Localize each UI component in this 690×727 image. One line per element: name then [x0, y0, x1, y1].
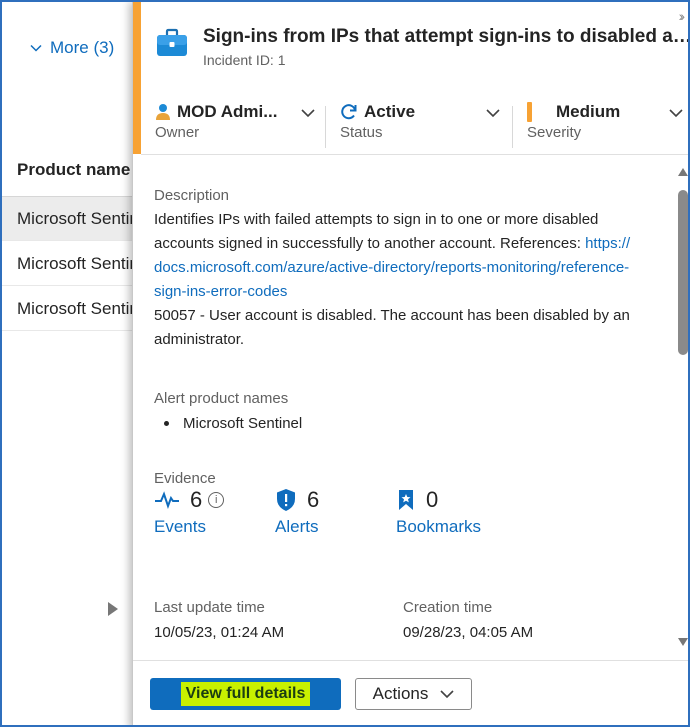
actions-label: Actions [372, 684, 429, 703]
description-body: Identifies IPs with failed attempts to s… [154, 208, 634, 352]
evidence-events[interactable]: 6 i Events [154, 487, 225, 537]
events-label: Events [154, 517, 206, 536]
actions-button[interactable]: Actions [355, 678, 472, 710]
bookmarks-count: 0 [426, 487, 439, 512]
alert-product-name: Microsoft Sentinel [183, 415, 303, 432]
person-icon [156, 104, 170, 120]
refresh-icon [341, 104, 357, 120]
scroll-up-arrow-icon[interactable] [678, 168, 688, 176]
view-full-details-button[interactable]: View full details [150, 678, 341, 710]
status-label: Status [340, 124, 383, 141]
status-value: Active [364, 102, 416, 121]
bullet-dot [164, 421, 169, 426]
severity-label: Severity [527, 124, 582, 141]
evidence-alerts[interactable]: 6 Alerts [275, 487, 319, 537]
incident-fields: MOD Admi... Owner Active Status Medium S… [155, 102, 683, 150]
info-icon[interactable]: i [208, 492, 225, 508]
view-full-details-label: View full details [180, 682, 311, 706]
more-link-label: More (3) [50, 38, 115, 57]
list-item: Microsoft Sentinel [154, 415, 634, 432]
references-label: References: [500, 235, 586, 252]
creation-time: Creation time 09/28/23, 04:05 AM [403, 599, 533, 641]
table-row[interactable]: Microsoft Sentinel [2, 197, 152, 241]
table-row[interactable]: Microsoft Sentinel [2, 287, 152, 331]
severity-dropdown[interactable]: Medium Severity [513, 102, 683, 150]
alert-product-names-label: Alert product names [154, 390, 289, 407]
scrollbar-thumb[interactable] [678, 190, 688, 355]
creation-label: Creation time [403, 599, 493, 616]
owner-value: MOD Admi... [177, 102, 278, 121]
bookmark-icon [399, 490, 413, 510]
severity-indicator [527, 102, 532, 122]
incident-title: Sign-ins from IPs that attempt sign-ins … [203, 26, 688, 47]
chevron-down-icon [440, 690, 454, 699]
shield-icon [277, 489, 295, 511]
evidence-label: Evidence [154, 470, 216, 487]
panel-header: Sign-ins from IPs that attempt sign-ins … [155, 26, 688, 68]
background-list: More (3) Product name Microsoft Sentinel… [2, 2, 152, 725]
content-inner: Description Identifies IPs with failed a… [154, 155, 634, 641]
footer-separator [133, 660, 688, 661]
description-label: Description [154, 187, 230, 204]
owner-label: Owner [155, 124, 200, 141]
chevron-down-icon [669, 109, 683, 118]
expand-arrow-icon[interactable] [108, 602, 118, 616]
evidence-row: 6 i Events 6 Alerts 0 Bookmarks [154, 487, 574, 547]
pulse-icon [155, 491, 179, 509]
status-dropdown[interactable]: Active Status [326, 102, 512, 150]
events-count: 6 [190, 487, 203, 512]
chevron-down-icon [486, 109, 500, 118]
error-text: 50057 - User account is disabled. The ac… [154, 307, 630, 348]
severity-value: Medium [556, 102, 621, 121]
scrollbar[interactable] [676, 162, 688, 652]
evidence-bookmarks[interactable]: 0 Bookmarks [396, 487, 481, 537]
alerts-count: 6 [307, 487, 320, 512]
alerts-label: Alerts [275, 517, 319, 536]
briefcase-icon [157, 28, 187, 56]
double-chevron-right-icon[interactable]: ›› [679, 8, 686, 24]
incident-id: Incident ID: 1 [203, 52, 286, 68]
scroll-down-arrow-icon[interactable] [678, 638, 688, 646]
owner-dropdown[interactable]: MOD Admi... Owner [155, 102, 325, 150]
more-link[interactable]: More (3) [30, 38, 114, 58]
last-update-label: Last update time [154, 599, 265, 616]
chevron-down-icon [30, 44, 42, 52]
last-update-value: 10/05/23, 01:24 AM [154, 624, 285, 641]
bookmarks-label: Bookmarks [396, 517, 482, 536]
table-row[interactable]: Microsoft Sentinel [2, 242, 152, 286]
last-update-time: Last update time 10/05/23, 01:24 AM [154, 599, 284, 641]
incident-details-panel: ›› Sign-ins from IPs that attempt sign-i… [132, 2, 688, 725]
panel-content: Description Identifies IPs with failed a… [133, 155, 675, 660]
chevron-down-icon [301, 109, 315, 118]
creation-value: 09/28/23, 04:05 AM [403, 624, 534, 641]
column-header-product-name[interactable]: Product name [17, 160, 130, 180]
severity-color-bar [133, 2, 141, 154]
window-frame: More (3) Product name Microsoft Sentinel… [0, 0, 690, 727]
